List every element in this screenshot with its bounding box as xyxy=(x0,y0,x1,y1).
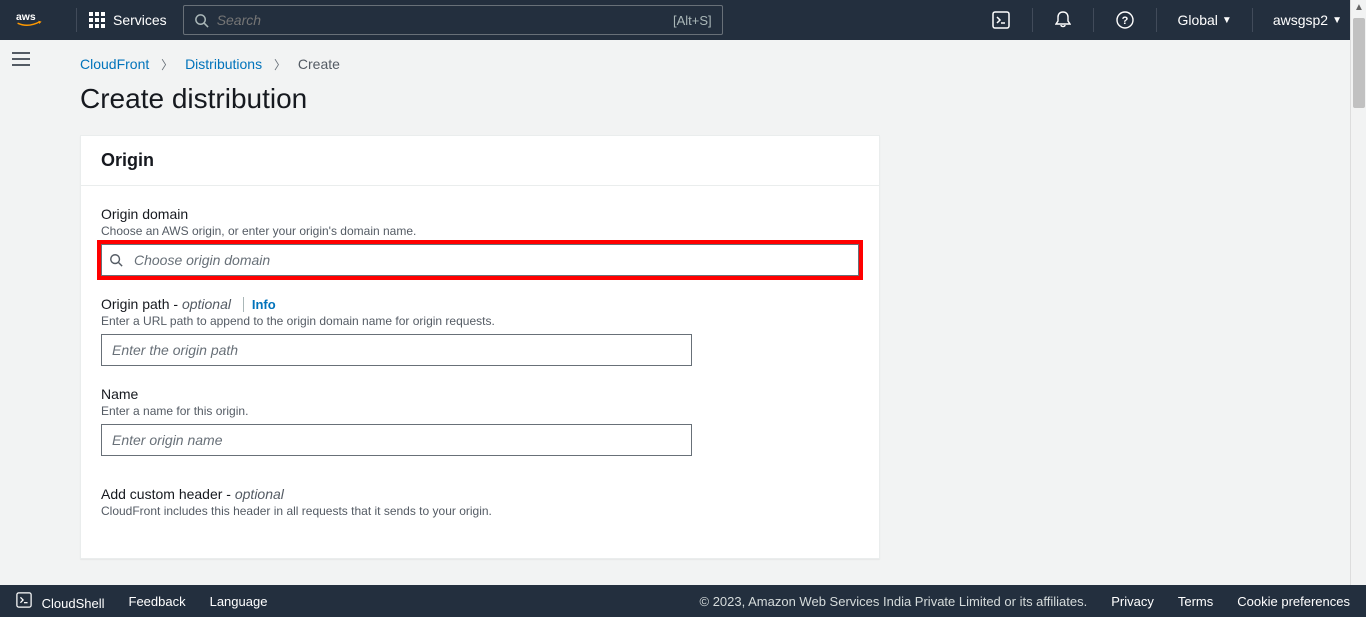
panel-body: Origin domain Choose an AWS origin, or e… xyxy=(81,186,879,558)
chevron-right-icon: 〉 xyxy=(161,58,173,72)
origin-name-group: Name Enter a name for this origin. xyxy=(101,386,859,456)
grid-icon xyxy=(89,12,105,28)
origin-path-hint: Enter a URL path to append to the origin… xyxy=(101,314,859,328)
origin-path-label: Origin path - optional Info xyxy=(101,296,859,312)
breadcrumb: CloudFront 〉 Distributions 〉 Create xyxy=(80,56,1326,73)
cloudshell-nav-button[interactable] xyxy=(982,11,1020,29)
caret-down-icon: ▼ xyxy=(1332,15,1342,26)
panel-header: Origin xyxy=(81,136,879,186)
cloudshell-label: CloudShell xyxy=(42,596,105,611)
chevron-right-icon: 〉 xyxy=(274,58,286,72)
divider xyxy=(1156,8,1157,32)
origin-name-label: Name xyxy=(101,386,859,402)
footer-copyright: © 2023, Amazon Web Services India Privat… xyxy=(700,594,1088,609)
scroll-up-icon[interactable]: ▲ xyxy=(1354,2,1364,13)
page-title: Create distribution xyxy=(80,83,1326,115)
bell-icon xyxy=(1055,11,1071,29)
notifications-button[interactable] xyxy=(1045,11,1081,29)
search-input[interactable] xyxy=(217,12,673,28)
breadcrumb-cloudfront[interactable]: CloudFront xyxy=(80,56,149,72)
footer: CloudShell Feedback Language © 2023, Ama… xyxy=(0,585,1366,617)
footer-privacy[interactable]: Privacy xyxy=(1111,594,1154,609)
optional-text: optional xyxy=(182,296,231,312)
origin-domain-input-wrap xyxy=(101,244,859,276)
region-selector[interactable]: Global ▼ xyxy=(1169,12,1239,28)
divider xyxy=(1093,8,1094,32)
cloudshell-icon xyxy=(992,11,1010,29)
origin-path-group: Origin path - optional Info Enter a URL … xyxy=(101,296,859,366)
search-box[interactable]: [Alt+S] xyxy=(183,5,723,35)
origin-path-input[interactable] xyxy=(101,334,692,366)
caret-down-icon: ▼ xyxy=(1222,15,1232,26)
origin-domain-group: Origin domain Choose an AWS origin, or e… xyxy=(101,206,859,276)
origin-domain-input[interactable] xyxy=(101,244,859,276)
divider xyxy=(1032,8,1033,32)
aws-logo-icon: aws xyxy=(16,10,48,30)
footer-cookie[interactable]: Cookie preferences xyxy=(1237,594,1350,609)
breadcrumb-current: Create xyxy=(298,56,340,72)
footer-language[interactable]: Language xyxy=(210,594,268,609)
svg-text:?: ? xyxy=(1122,15,1129,27)
search-icon xyxy=(109,253,123,267)
origin-path-label-text: Origin path - xyxy=(101,296,182,312)
help-icon: ? xyxy=(1116,11,1134,29)
custom-header-label: Add custom header - optional xyxy=(101,486,859,502)
top-nav: aws Services [Alt+S] ? Global ▼ awsgsp2 … xyxy=(0,0,1366,40)
user-label: awsgsp2 xyxy=(1273,12,1328,28)
user-menu[interactable]: awsgsp2 ▼ xyxy=(1265,12,1350,28)
search-shortcut: [Alt+S] xyxy=(673,13,712,28)
main-content: CloudFront 〉 Distributions 〉 Create Crea… xyxy=(40,40,1366,585)
aws-logo[interactable]: aws xyxy=(16,10,48,30)
svg-text:aws: aws xyxy=(16,12,36,23)
footer-left: CloudShell Feedback Language xyxy=(16,592,267,611)
footer-cloudshell[interactable]: CloudShell xyxy=(16,592,105,611)
origin-name-hint: Enter a name for this origin. xyxy=(101,404,859,418)
custom-header-group: Add custom header - optional CloudFront … xyxy=(101,486,859,518)
optional-text: optional xyxy=(235,486,284,502)
services-label: Services xyxy=(113,12,167,28)
origin-name-input[interactable] xyxy=(101,424,692,456)
custom-header-label-text: Add custom header - xyxy=(101,486,235,502)
origin-section-title: Origin xyxy=(101,150,859,171)
footer-right: © 2023, Amazon Web Services India Privat… xyxy=(700,594,1350,609)
origin-panel: Origin Origin domain Choose an AWS origi… xyxy=(80,135,880,559)
scroll-thumb[interactable] xyxy=(1353,18,1365,108)
help-button[interactable]: ? xyxy=(1106,11,1144,29)
region-label: Global xyxy=(1177,12,1217,28)
info-link[interactable]: Info xyxy=(243,297,276,312)
footer-feedback[interactable]: Feedback xyxy=(129,594,186,609)
divider xyxy=(76,8,77,32)
services-button[interactable]: Services xyxy=(89,12,167,28)
origin-domain-label: Origin domain xyxy=(101,206,859,222)
breadcrumb-distributions[interactable]: Distributions xyxy=(185,56,262,72)
search-icon xyxy=(194,13,209,28)
scrollbar[interactable]: ▲ xyxy=(1350,0,1366,617)
divider xyxy=(1252,8,1253,32)
origin-domain-hint: Choose an AWS origin, or enter your orig… xyxy=(101,224,859,238)
custom-header-hint: CloudFront includes this header in all r… xyxy=(101,504,859,518)
hamburger-icon xyxy=(12,52,30,66)
cloudshell-icon xyxy=(16,592,32,608)
side-panel-toggle[interactable] xyxy=(12,52,30,66)
footer-terms[interactable]: Terms xyxy=(1178,594,1213,609)
